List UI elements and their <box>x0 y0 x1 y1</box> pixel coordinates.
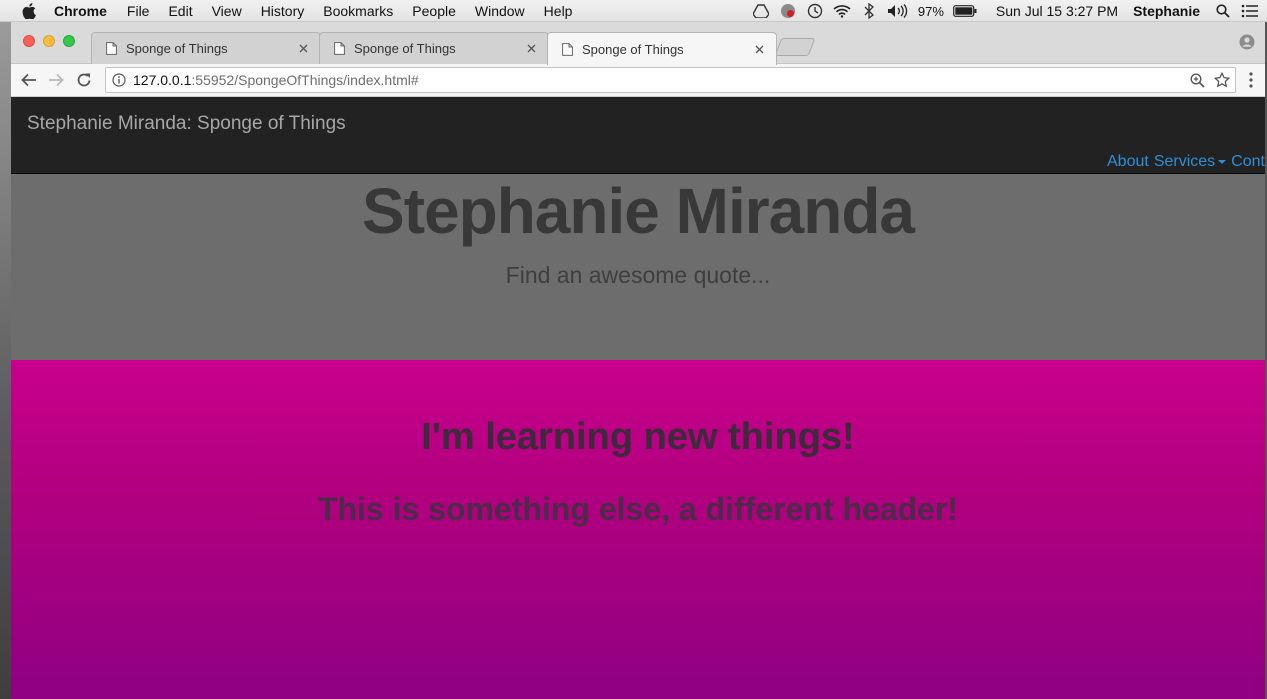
address-bar[interactable]: 127.0.0.1 :55952/SpongeOfThings/index.ht… <box>105 67 1236 93</box>
feature-subheading: This is something else, a different head… <box>317 491 959 527</box>
tab-close-icon[interactable] <box>296 42 310 56</box>
menu-app-name[interactable]: Chrome <box>54 3 107 19</box>
reload-button[interactable] <box>75 71 93 89</box>
back-button[interactable] <box>20 71 38 89</box>
volume-icon[interactable] <box>887 2 909 20</box>
window-close-button[interactable] <box>23 35 35 47</box>
new-tab-button[interactable] <box>774 38 816 56</box>
user-name[interactable]: Stephanie <box>1133 3 1200 19</box>
feature-heading: I'm learning new things! <box>421 416 855 458</box>
zoom-icon[interactable] <box>1189 72 1205 88</box>
browser-tab-3-active[interactable]: Sponge of Things <box>547 32 777 65</box>
wifi-icon[interactable] <box>833 2 851 20</box>
window-maximize-button[interactable] <box>63 35 75 47</box>
time-machine-icon[interactable] <box>806 2 824 20</box>
url-path: :55952/SpongeOfThings/index.html# <box>191 72 419 88</box>
menubar-tray: 97% Sun Jul 15 3:27 PM Stephanie <box>752 0 1267 22</box>
page-icon <box>104 42 118 56</box>
browser-tab-1[interactable]: Sponge of Things <box>91 32 321 64</box>
menu-edit[interactable]: Edit <box>168 3 192 19</box>
feature-section: I'm learning new things! This is somethi… <box>11 360 1265 699</box>
tab-close-icon[interactable] <box>752 42 766 56</box>
menu-bookmarks[interactable]: Bookmarks <box>323 3 393 19</box>
bookmark-star-icon[interactable] <box>1214 72 1230 88</box>
site-info-icon[interactable] <box>111 72 127 88</box>
nav-about-link[interactable]: About <box>1107 153 1149 171</box>
battery-icon[interactable] <box>953 2 977 20</box>
tab-title: Sponge of Things <box>126 41 228 56</box>
menu-help[interactable]: Help <box>544 3 573 19</box>
hero-title: Stephanie Miranda <box>362 175 915 247</box>
menu-history[interactable]: History <box>261 3 305 19</box>
browser-window: Sponge of Things Sponge of Things Sponge… <box>11 22 1265 699</box>
site-navbar: Stephanie Miranda: Sponge of Things Abou… <box>11 97 1265 174</box>
desktop-background <box>0 22 11 699</box>
adblock-icon[interactable] <box>779 2 797 20</box>
page-icon <box>332 42 346 56</box>
page-viewport: Stephanie Miranda: Sponge of Things Abou… <box>11 97 1265 699</box>
hero-subtitle: Find an awesome quote... <box>505 262 771 288</box>
profile-icon[interactable] <box>1239 34 1255 50</box>
menu-file[interactable]: File <box>127 3 150 19</box>
site-brand-link[interactable]: Stephanie Miranda: Sponge of Things <box>27 113 346 135</box>
apple-icon[interactable] <box>21 2 37 19</box>
battery-percent: 97% <box>917 3 944 19</box>
drive-icon[interactable] <box>752 2 770 20</box>
site-nav-links: About Services Conta <box>1107 153 1265 171</box>
tab-title: Sponge of Things <box>582 41 684 57</box>
dropdown-caret-icon[interactable] <box>1218 160 1227 164</box>
notification-center-icon[interactable] <box>1241 2 1259 20</box>
window-minimize-button[interactable] <box>43 35 55 47</box>
nav-contact-link[interactable]: Conta <box>1231 153 1265 171</box>
tab-close-icon[interactable] <box>524 42 538 56</box>
clock[interactable]: Sun Jul 15 3:27 PM <box>996 3 1118 19</box>
spotlight-search-icon[interactable] <box>1214 2 1232 20</box>
menu-view[interactable]: View <box>212 3 242 19</box>
tab-title: Sponge of Things <box>354 41 456 56</box>
forward-button[interactable] <box>47 71 65 89</box>
browser-toolbar: 127.0.0.1 :55952/SpongeOfThings/index.ht… <box>11 64 1265 97</box>
menu-people[interactable]: People <box>412 3 456 19</box>
bluetooth-icon[interactable] <box>860 2 878 20</box>
hero-section: Stephanie Miranda Find an awesome quote.… <box>11 174 1265 360</box>
nav-services-dropdown[interactable]: Services <box>1154 153 1215 171</box>
url-host: 127.0.0.1 <box>133 72 192 88</box>
macos-menubar: Chrome File Edit View History Bookmarks … <box>0 0 1267 22</box>
browser-tab-2[interactable]: Sponge of Things <box>319 32 549 64</box>
page-icon <box>560 42 574 56</box>
menu-window[interactable]: Window <box>475 3 525 19</box>
browser-menu-icon[interactable] <box>1245 71 1257 89</box>
tab-strip: Sponge of Things Sponge of Things Sponge… <box>11 22 1265 65</box>
